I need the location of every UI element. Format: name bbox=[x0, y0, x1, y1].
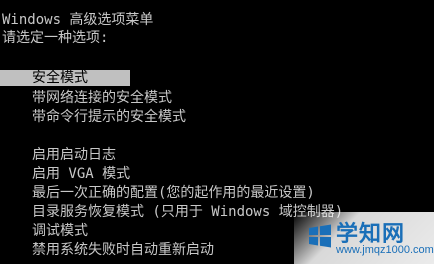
watermark-url: www.jmqz1000.com bbox=[336, 244, 434, 256]
menu-item-boot-logging[interactable]: 启用启动日志 bbox=[30, 147, 118, 163]
site-watermark: 学知网 www.jmqz1000.com bbox=[294, 212, 434, 264]
menu-item-debug-mode[interactable]: 调试模式 bbox=[30, 223, 90, 239]
windows-logo-icon bbox=[309, 224, 331, 248]
menu-item-vga-mode[interactable]: 启用 VGA 模式 bbox=[30, 166, 132, 182]
menu-prompt: 请选定一种选项: bbox=[2, 30, 109, 46]
menu-item-last-known-good[interactable]: 最后一次正确的配置(您的起作用的最近设置) bbox=[30, 185, 317, 201]
menu-item-label: 安全模式 bbox=[32, 70, 88, 86]
menu-item-disable-restart[interactable]: 禁用系统失败时自动重新启动 bbox=[30, 242, 216, 258]
menu-item-safe-mode-network[interactable]: 带网络连接的安全模式 bbox=[30, 90, 174, 106]
menu-item-safe-mode[interactable]: 安全模式 bbox=[0, 70, 130, 86]
menu-title: Windows 高级选项菜单 bbox=[2, 12, 154, 28]
menu-item-safe-mode-cmd[interactable]: 带命令行提示的安全模式 bbox=[30, 109, 188, 125]
